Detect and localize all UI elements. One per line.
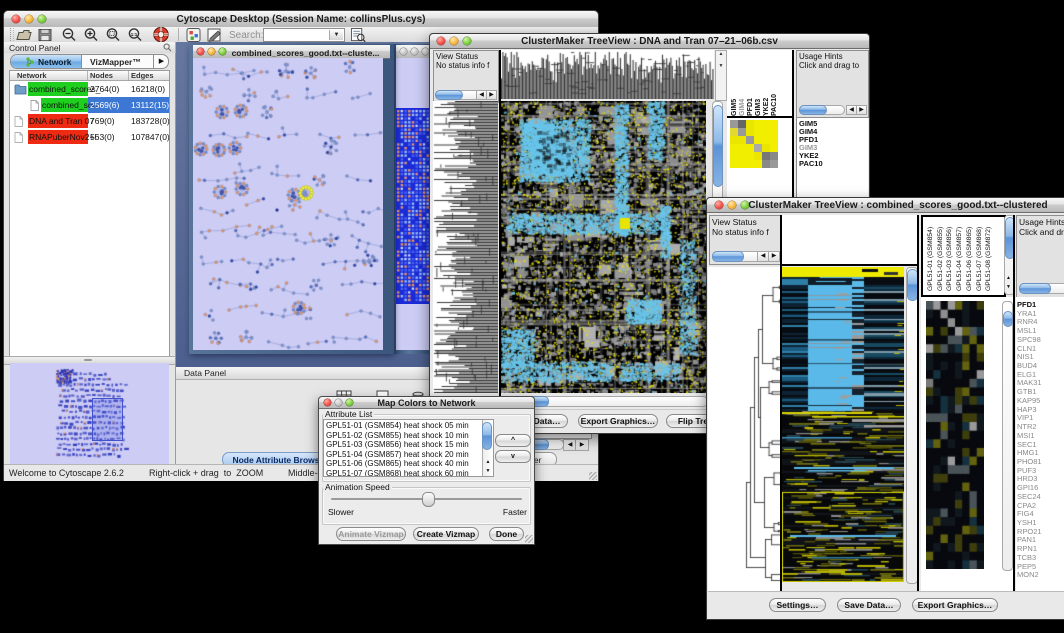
svg-text:1:1: 1:1 [131, 32, 138, 37]
